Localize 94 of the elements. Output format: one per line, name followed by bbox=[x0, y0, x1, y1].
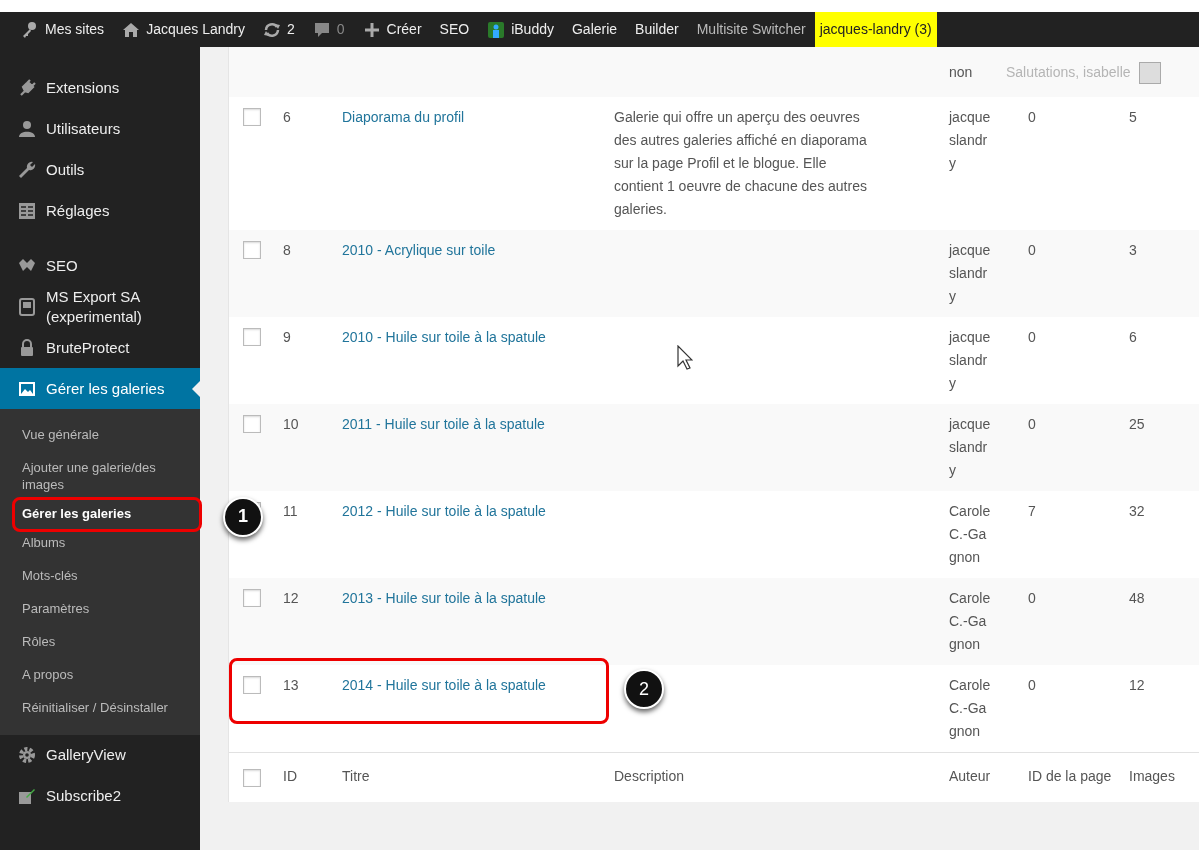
cursor-icon bbox=[677, 345, 693, 371]
table-cell-text: 12 bbox=[1129, 676, 1146, 695]
toolbar-link[interactable]: SEO bbox=[430, 12, 479, 47]
toolbar-link[interactable]: Galerie bbox=[562, 12, 627, 47]
table-cell-text: 3 bbox=[1129, 241, 1138, 260]
column-header[interactable]: Titre bbox=[342, 765, 614, 788]
greeting-text: Salutations, isabelle bbox=[1006, 63, 1131, 82]
table-cell-text: 10 bbox=[283, 415, 300, 434]
pencil-icon bbox=[18, 787, 36, 806]
menu-item[interactable]: Gérer les galeries bbox=[0, 368, 200, 409]
row-checkbox[interactable] bbox=[243, 676, 261, 694]
table-cell-text: jacqueslandry bbox=[949, 241, 992, 306]
avatar-icon bbox=[1138, 61, 1161, 84]
plug-icon bbox=[18, 78, 36, 97]
table-cell-text: Carole C.-Gagnon bbox=[949, 676, 992, 741]
column-header[interactable]: ID de la page bbox=[1028, 765, 1129, 788]
table-cell-text: jacqueslandry bbox=[949, 328, 992, 393]
table-cell-text: Carole C.-Gagnon bbox=[949, 589, 992, 654]
padlock-icon bbox=[18, 338, 36, 357]
row-checkbox[interactable] bbox=[243, 589, 261, 607]
house-icon bbox=[122, 20, 141, 39]
key-icon bbox=[21, 20, 39, 39]
menu-item[interactable]: Utilisateurs bbox=[0, 108, 200, 149]
step-number-tooltip: 2 bbox=[624, 669, 664, 709]
user-icon bbox=[18, 119, 36, 138]
menu-item[interactable]: GalleryView bbox=[0, 734, 200, 776]
submenu-item[interactable]: Réinitialiser / Désinstaller bbox=[0, 693, 200, 727]
submenu-item[interactable]: Rôles bbox=[0, 627, 200, 661]
table-cell-text: 9 bbox=[283, 328, 292, 347]
table-cell-text: jacqueslandry bbox=[949, 108, 992, 173]
document-icon bbox=[18, 297, 36, 316]
row-checkbox[interactable] bbox=[243, 108, 261, 126]
menu-item[interactable]: Outils bbox=[0, 149, 200, 190]
table-cell-text: 0 bbox=[1028, 241, 1037, 260]
table-cell-text: 0 bbox=[1028, 415, 1037, 434]
table-cell-text: 0 bbox=[1028, 328, 1037, 347]
menu-item[interactable]: Subscribe2 bbox=[0, 775, 200, 817]
gallery-title-link[interactable]: 2011 - Huile sur toile à la spatule bbox=[342, 416, 545, 432]
table-cell-text: 6 bbox=[1129, 328, 1138, 347]
toolbar-link[interactable]: Builder bbox=[626, 12, 688, 47]
gallery-title-link[interactable]: 2010 - Acrylique sur toile bbox=[342, 242, 496, 258]
table-cell-text: 8 bbox=[283, 241, 292, 260]
column-header[interactable]: Description bbox=[614, 765, 949, 788]
menu-item[interactable]: Réglages bbox=[0, 190, 200, 231]
toolbar-link[interactable]: Multisite Switcher bbox=[687, 12, 815, 47]
table-cell-text: 0 bbox=[1028, 589, 1037, 608]
table-cell-text: 7 bbox=[1028, 502, 1037, 521]
table-cell-text: 5 bbox=[1129, 108, 1138, 127]
toolbar-link[interactable]: Créer bbox=[353, 12, 431, 47]
speech-bubble-icon bbox=[312, 20, 331, 39]
row-checkbox[interactable] bbox=[243, 328, 261, 346]
toolbar-link[interactable]: jacques-landry (3) bbox=[814, 12, 937, 47]
submenu-item[interactable]: Mots-clés bbox=[0, 561, 200, 595]
table-cell-text: 0 bbox=[1028, 676, 1037, 695]
gallery-title-link[interactable]: 2012 - Huile sur toile à la spatule bbox=[342, 503, 546, 519]
menu-item[interactable]: SEO bbox=[0, 245, 200, 286]
table-cell-text: 12 bbox=[283, 589, 300, 608]
column-header[interactable]: ID bbox=[283, 765, 342, 788]
menu-item[interactable]: MS Export SA (experimental) bbox=[0, 286, 200, 327]
column-header[interactable]: Images bbox=[1129, 765, 1199, 788]
grid-icon bbox=[18, 201, 36, 220]
column-header[interactable]: Auteur bbox=[949, 765, 1028, 788]
gallery-title-link[interactable]: 2014 - Huile sur toile à la spatule bbox=[342, 677, 546, 693]
toolbar-link[interactable]: 2 bbox=[253, 12, 304, 47]
toolbar-link[interactable]: iBuddy bbox=[478, 12, 563, 47]
table-cell-text: 32 bbox=[1129, 502, 1146, 521]
menu-item[interactable]: BruteProtect bbox=[0, 327, 200, 368]
gallery-title-link[interactable]: 2013 - Huile sur toile à la spatule bbox=[342, 590, 546, 606]
gallery-title-link[interactable]: 2010 - Huile sur toile à la spatule bbox=[342, 329, 546, 345]
gallery-title-link[interactable]: Diaporama du profil bbox=[342, 109, 465, 125]
table-cell-text: jacqueslandry bbox=[949, 415, 992, 480]
plus-icon bbox=[362, 20, 381, 39]
gear-icon bbox=[18, 746, 36, 765]
submenu-item[interactable]: Paramètres bbox=[0, 594, 200, 628]
toolbar-link[interactable]: Mes sites bbox=[12, 12, 114, 47]
row-checkbox[interactable] bbox=[243, 768, 261, 787]
table-cell-text: 48 bbox=[1129, 589, 1146, 608]
row-checkbox[interactable] bbox=[243, 241, 261, 259]
table-cell-text: 0 bbox=[1028, 108, 1037, 127]
table-cell-text: Galerie qui offre un aperçu des oeuvres des autres galeries affiché en diaporama sur la page Profil et le blogue. Elle contient 1 oeuvre de chacune des autres galeries. bbox=[614, 108, 868, 219]
row-checkbox[interactable] bbox=[243, 415, 261, 433]
table-cell-text: 13 bbox=[283, 676, 300, 695]
wrench-icon bbox=[18, 160, 36, 179]
table-cell-text: Carole C.-Gagnon bbox=[949, 502, 992, 567]
submenu-item[interactable]: A propos bbox=[0, 660, 200, 694]
menu-item[interactable]: Extensions bbox=[0, 67, 200, 108]
table-cell-text: 25 bbox=[1129, 415, 1146, 434]
table-cell-text: 6 bbox=[283, 108, 292, 127]
refresh-icon bbox=[262, 20, 281, 39]
submenu-item[interactable]: Vue générale bbox=[0, 421, 200, 454]
picture-icon bbox=[18, 379, 36, 398]
toolbar-link[interactable]: Jacques Landry bbox=[113, 12, 254, 47]
table-cell-text: 11 bbox=[283, 502, 299, 521]
person-icon bbox=[487, 20, 506, 39]
